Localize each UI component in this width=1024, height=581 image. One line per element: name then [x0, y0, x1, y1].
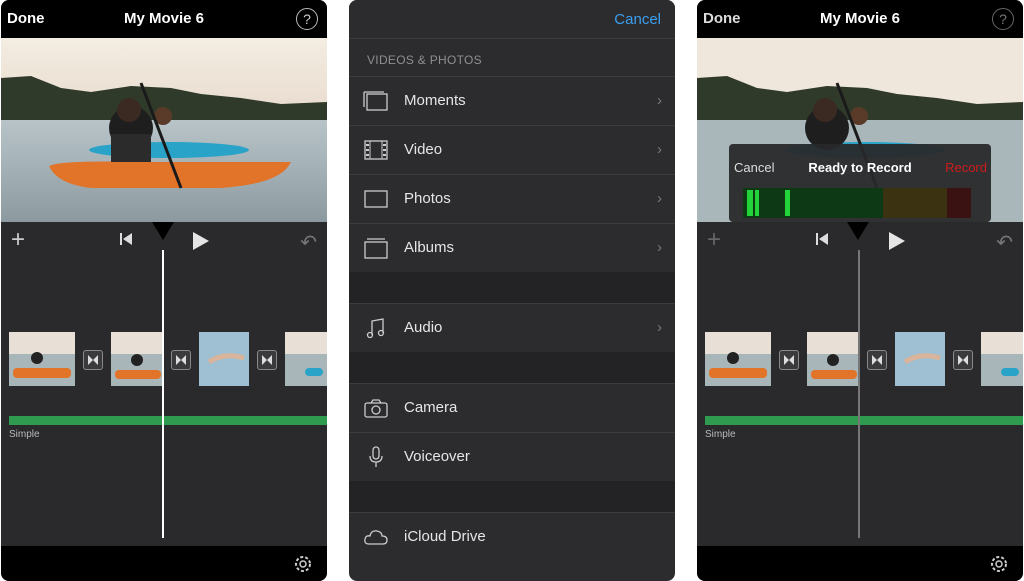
video-clip[interactable]	[895, 332, 945, 386]
undo-icon[interactable]: ↶	[996, 230, 1013, 255]
record-voiceover-panel: Cancel Ready to Record Record	[729, 144, 991, 222]
list-item-label: Photos	[404, 190, 451, 207]
photo-icon	[364, 190, 388, 208]
help-button[interactable]: ?	[296, 8, 318, 30]
background-music-track[interactable]	[705, 416, 1023, 425]
video-clip[interactable]	[981, 332, 1023, 386]
add-media-button[interactable]: +	[707, 228, 721, 252]
video-clip[interactable]	[807, 332, 859, 386]
section-divider	[349, 272, 675, 303]
list-item-voiceover[interactable]: Voiceover	[349, 432, 675, 481]
chevron-right-icon: ›	[657, 319, 662, 336]
editor-footer	[1, 546, 327, 581]
section-divider	[349, 481, 675, 512]
editor-screen: Done My Movie 6 ? + ↶ Simple	[1, 0, 327, 581]
chevron-right-icon: ›	[657, 239, 662, 256]
music-track-label: Simple	[9, 429, 40, 440]
list-item-icloud-drive[interactable]: iCloud Drive	[349, 512, 675, 561]
play-icon[interactable]	[887, 231, 907, 251]
albums-icon	[364, 238, 388, 259]
list-item-audio[interactable]: Audio ›	[349, 303, 675, 352]
list-item-photos[interactable]: Photos ›	[349, 174, 675, 223]
gear-icon[interactable]	[989, 554, 1009, 574]
film-icon	[364, 140, 388, 160]
video-clip[interactable]	[111, 332, 163, 386]
help-button[interactable]: ?	[992, 8, 1014, 30]
media-picker-screen: Cancel VIDEOS & PHOTOS Moments › Video ›…	[349, 0, 675, 581]
editor-footer	[697, 546, 1023, 581]
skip-to-start-icon[interactable]	[815, 232, 829, 246]
cloud-icon	[364, 530, 388, 545]
playhead-line	[858, 250, 860, 538]
kayak-scene-image	[1, 38, 327, 222]
project-title: My Movie 6	[123, 10, 205, 27]
list-item-label: Voiceover	[404, 448, 470, 465]
playhead-marker	[847, 222, 869, 240]
music-note-icon	[366, 318, 385, 339]
picker-header: Cancel	[349, 0, 675, 39]
section-divider	[349, 352, 675, 383]
timeline[interactable]: Simple	[697, 258, 1023, 546]
project-title: My Movie 6	[819, 10, 901, 27]
list-item-albums[interactable]: Albums ›	[349, 223, 675, 272]
skip-to-start-icon[interactable]	[119, 232, 133, 246]
list-item-label: iCloud Drive	[404, 528, 486, 545]
list-item-moments[interactable]: Moments ›	[349, 76, 675, 125]
video-clip[interactable]	[285, 332, 327, 386]
list-item-label: Albums	[404, 239, 455, 256]
transition-button[interactable]	[953, 350, 973, 370]
chevron-right-icon: ›	[657, 190, 662, 207]
video-preview[interactable]	[1, 38, 327, 222]
undo-icon[interactable]: ↶	[300, 230, 317, 255]
chevron-right-icon: ›	[657, 92, 662, 109]
transition-button[interactable]	[83, 350, 103, 370]
editor-header: Done My Movie 6 ?	[697, 0, 1023, 38]
list-item-camera[interactable]: Camera	[349, 383, 675, 432]
background-music-track[interactable]	[9, 416, 327, 425]
video-clip[interactable]	[705, 332, 771, 386]
playhead-line	[162, 250, 164, 538]
voiceover-screen: Done My Movie 6 ? Cancel Ready to Record…	[697, 0, 1023, 581]
transition-button[interactable]	[779, 350, 799, 370]
music-track-label: Simple	[705, 429, 736, 440]
list-item-video[interactable]: Video ›	[349, 125, 675, 174]
transition-button[interactable]	[867, 350, 887, 370]
playhead-marker	[152, 222, 174, 240]
play-icon[interactable]	[191, 231, 211, 251]
editor-header: Done My Movie 6 ?	[1, 0, 327, 38]
microphone-icon	[369, 446, 383, 467]
section-header: VIDEOS & PHOTOS	[367, 53, 482, 67]
moments-icon	[363, 91, 388, 111]
video-clip[interactable]	[199, 332, 249, 386]
transition-button[interactable]	[171, 350, 191, 370]
timeline[interactable]: Simple	[1, 258, 327, 546]
gear-icon[interactable]	[293, 554, 313, 574]
transition-button[interactable]	[257, 350, 277, 370]
add-media-button[interactable]: +	[11, 228, 25, 252]
chevron-right-icon: ›	[657, 141, 662, 158]
list-item-label: Camera	[404, 399, 458, 416]
audio-level-meter	[743, 188, 971, 218]
list-item-label: Audio	[404, 319, 443, 336]
list-item-label: Moments	[404, 92, 466, 109]
cancel-button[interactable]: Cancel	[614, 11, 661, 28]
record-button[interactable]: Record	[945, 160, 987, 175]
video-clip[interactable]	[9, 332, 75, 386]
camera-icon	[364, 399, 388, 418]
list-item-label: Video	[404, 141, 443, 158]
